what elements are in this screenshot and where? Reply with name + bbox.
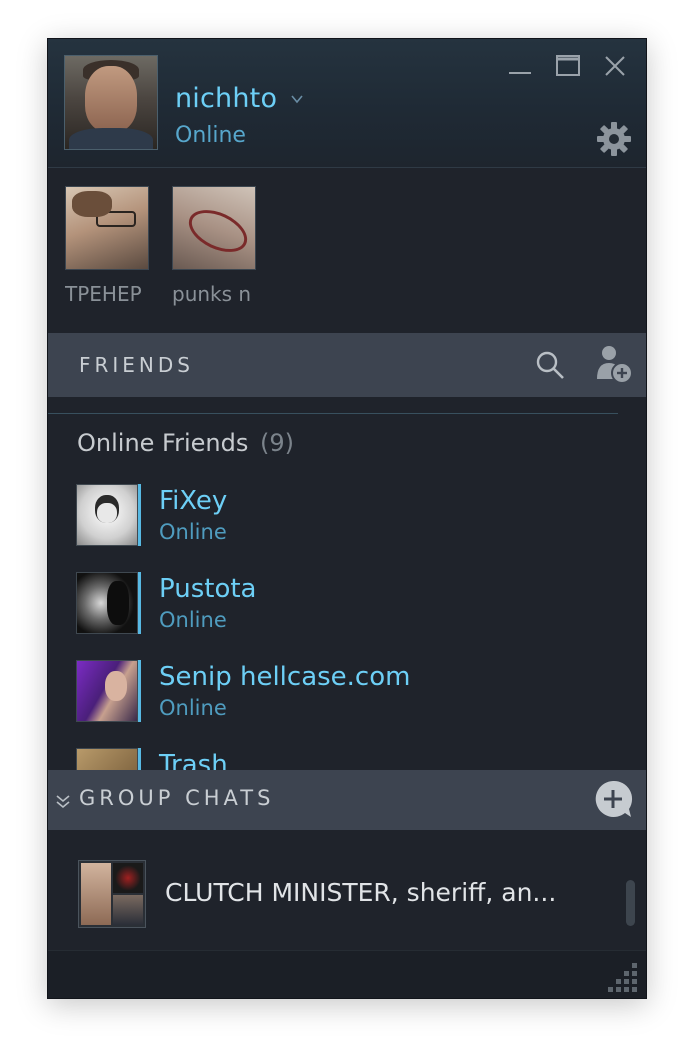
online-friends-count: (9) — [260, 429, 294, 457]
friend-status-bar — [138, 484, 141, 546]
profile-name[interactable]: nichhto — [175, 83, 277, 114]
online-friends-heading[interactable]: Online Friends (9) — [77, 429, 294, 457]
friend-item[interactable]: Senip hellcase.com Online — [76, 660, 636, 724]
profile-header: nichhto Online — [48, 39, 646, 168]
group-chat-name: CLUTCH MINISTER, sheriff, an... — [165, 878, 557, 907]
recent-chat-avatar — [172, 186, 256, 270]
online-friends-label: Online Friends — [77, 429, 249, 457]
friend-status-bar — [138, 748, 141, 770]
recent-chat-item[interactable]: punks n — [172, 186, 260, 306]
friend-avatar — [76, 748, 138, 770]
group-chats-list: CLUTCH MINISTER, sheriff, an... — [48, 830, 646, 950]
double-chevron-down-icon[interactable] — [55, 793, 71, 809]
friend-item[interactable]: Pustota Online — [76, 572, 636, 636]
resize-grip-icon[interactable] — [606, 961, 640, 995]
friend-status: Online — [159, 608, 227, 632]
recent-chat-name: ТРЕНЕР — [65, 282, 142, 306]
profile-status: Online — [175, 123, 246, 148]
gear-icon[interactable] — [594, 119, 634, 159]
friends-window: nichhto Online ТРЕНЕР punks n FRIENDS On… — [47, 38, 647, 999]
scrollbar-thumb[interactable] — [626, 880, 635, 926]
divider — [48, 413, 618, 414]
add-friend-icon[interactable] — [592, 343, 636, 387]
group-chat-item[interactable]: CLUTCH MINISTER, sheriff, an... — [78, 860, 618, 930]
close-icon[interactable] — [600, 51, 630, 81]
friend-status-bar — [138, 572, 141, 634]
minimize-icon[interactable] — [505, 51, 535, 81]
friend-name: FiXey — [159, 486, 228, 516]
friend-name: Senip hellcase.com — [159, 662, 411, 692]
recent-chats: ТРЕНЕР punks n — [48, 168, 646, 333]
friend-name: Trash — [159, 750, 228, 770]
group-chats-title: GROUP CHATS — [79, 786, 275, 810]
maximize-icon[interactable] — [553, 51, 583, 81]
friend-avatar — [76, 484, 138, 546]
footer-bar — [48, 950, 646, 998]
group-chat-avatar — [78, 860, 146, 928]
friend-name: Pustota — [159, 574, 257, 604]
self-avatar[interactable] — [64, 55, 158, 150]
search-icon[interactable] — [532, 347, 568, 383]
friend-avatar — [76, 572, 138, 634]
recent-chat-avatar — [65, 186, 149, 270]
friend-status: Online — [159, 520, 227, 544]
group-chats-header: GROUP CHATS — [48, 770, 646, 830]
friend-item[interactable]: FiXey Online — [76, 484, 636, 548]
friend-status-bar — [138, 660, 141, 722]
friend-status: Online — [159, 696, 227, 720]
recent-chat-item[interactable]: ТРЕНЕР — [65, 186, 153, 306]
friend-avatar — [76, 660, 138, 722]
recent-chat-name: punks n — [172, 282, 252, 306]
add-group-chat-icon[interactable] — [592, 778, 634, 820]
friends-header: FRIENDS — [48, 333, 646, 397]
friend-item[interactable]: Trash — [76, 748, 636, 770]
chevron-down-icon[interactable] — [290, 91, 304, 105]
friends-title: FRIENDS — [79, 353, 194, 377]
